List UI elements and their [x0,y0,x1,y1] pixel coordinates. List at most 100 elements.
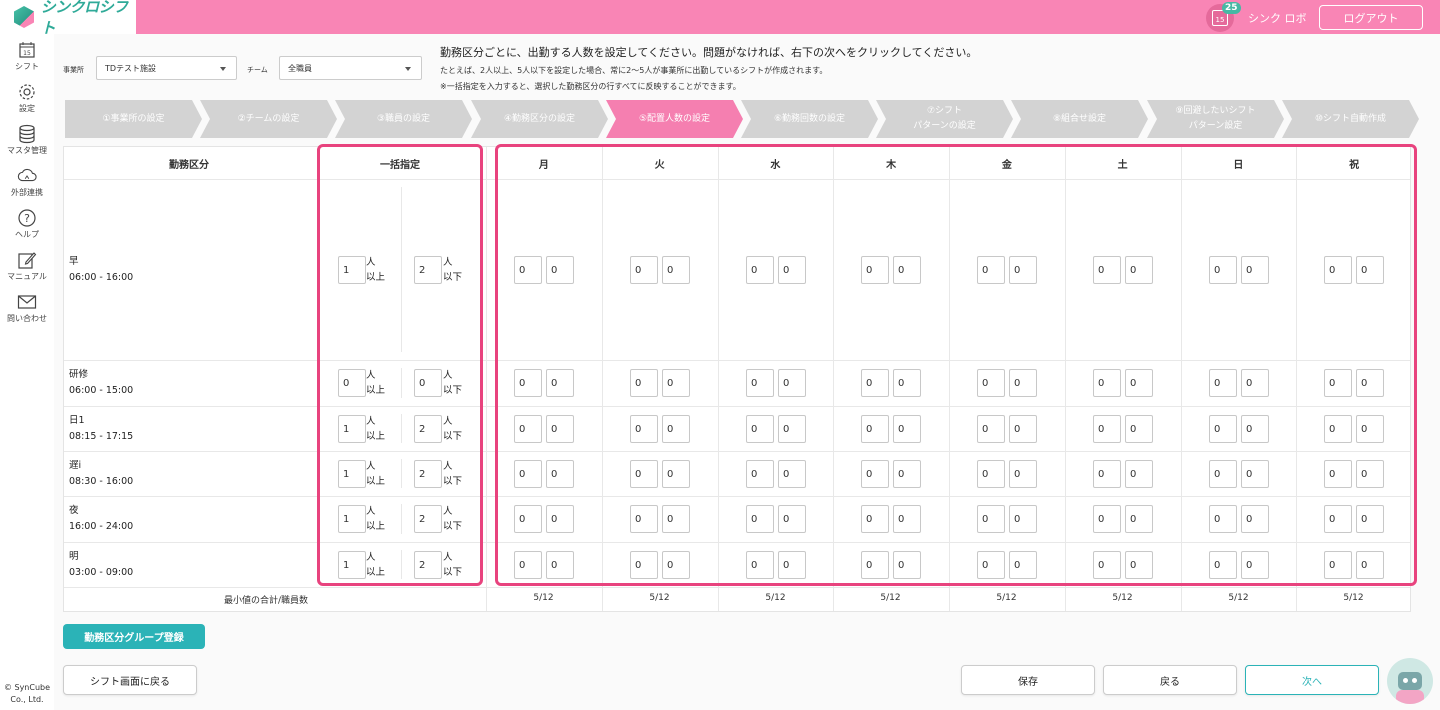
day-max-input[interactable]: 0 [1125,369,1153,397]
step-4[interactable]: ④勤務区分の設定 [471,100,608,138]
day-min-input[interactable]: 0 [1093,505,1121,533]
day-max-input[interactable]: 0 [1241,551,1269,579]
day-max-input[interactable]: 0 [1009,505,1037,533]
day-max-input[interactable]: 0 [778,460,806,488]
day-max-input[interactable]: 0 [1009,256,1037,284]
day-max-input[interactable]: 0 [1356,415,1384,443]
robot-assistant-icon[interactable] [1387,658,1433,704]
step-7[interactable]: ⑦シフト パターンの設定 [876,100,1013,138]
back-to-shift-button[interactable]: シフト画面に戻る [63,665,197,695]
day-min-input[interactable]: 0 [746,415,774,443]
day-min-input[interactable]: 0 [514,256,542,284]
bulk-min-input[interactable]: 1 [338,415,366,443]
day-max-input[interactable]: 0 [778,415,806,443]
day-min-input[interactable]: 0 [977,460,1005,488]
sidebar-item-settings[interactable]: 設定 [0,82,54,114]
day-min-input[interactable]: 0 [861,505,889,533]
day-min-input[interactable]: 0 [1209,460,1237,488]
sidebar-item-shift[interactable]: 15 シフト [0,40,54,72]
step-10[interactable]: ⑩シフト自動作成 [1282,100,1419,138]
day-max-input[interactable]: 0 [546,369,574,397]
app-logo[interactable]: シンクロシフト [0,0,136,37]
day-min-input[interactable]: 0 [1209,505,1237,533]
step-2[interactable]: ②チームの設定 [200,100,337,138]
step-8[interactable]: ⑧組合せ設定 [1011,100,1148,138]
day-max-input[interactable]: 0 [893,551,921,579]
logout-button[interactable]: ログアウト [1319,5,1423,30]
day-max-input[interactable]: 0 [1241,505,1269,533]
day-min-input[interactable]: 0 [861,256,889,284]
day-min-input[interactable]: 0 [746,369,774,397]
bulk-max-input[interactable]: 2 [414,551,442,579]
day-max-input[interactable]: 0 [778,369,806,397]
day-min-input[interactable]: 0 [630,460,658,488]
day-min-input[interactable]: 0 [1324,415,1352,443]
day-min-input[interactable]: 0 [746,460,774,488]
day-min-input[interactable]: 0 [977,415,1005,443]
day-max-input[interactable]: 0 [1125,256,1153,284]
day-max-input[interactable]: 0 [546,460,574,488]
day-max-input[interactable]: 0 [662,460,690,488]
step-1[interactable]: ①事業所の設定 [65,100,202,138]
day-max-input[interactable]: 0 [1356,256,1384,284]
day-min-input[interactable]: 0 [1324,460,1352,488]
bulk-max-input[interactable]: 0 [414,369,442,397]
day-max-input[interactable]: 0 [1356,551,1384,579]
day-max-input[interactable]: 0 [1356,369,1384,397]
bulk-min-input[interactable]: 0 [338,369,366,397]
day-max-input[interactable]: 0 [893,460,921,488]
day-max-input[interactable]: 0 [778,505,806,533]
back-button[interactable]: 戻る [1103,665,1237,695]
day-max-input[interactable]: 0 [893,505,921,533]
day-min-input[interactable]: 0 [746,505,774,533]
day-max-input[interactable]: 0 [546,256,574,284]
day-max-input[interactable]: 0 [662,505,690,533]
day-max-input[interactable]: 0 [546,415,574,443]
day-min-input[interactable]: 0 [1209,551,1237,579]
day-max-input[interactable]: 0 [546,505,574,533]
sidebar-item-manual[interactable]: マニュアル [0,250,54,282]
office-select[interactable]: TDテスト施設 [96,56,237,80]
bulk-min-input[interactable]: 1 [338,460,366,488]
day-min-input[interactable]: 0 [1209,369,1237,397]
day-min-input[interactable]: 0 [630,505,658,533]
day-min-input[interactable]: 0 [1093,369,1121,397]
day-max-input[interactable]: 0 [1125,460,1153,488]
day-max-input[interactable]: 0 [1241,460,1269,488]
bulk-min-input[interactable]: 1 [338,551,366,579]
team-select[interactable]: 全職員 [279,56,422,80]
day-min-input[interactable]: 0 [514,415,542,443]
day-max-input[interactable]: 0 [1125,505,1153,533]
day-max-input[interactable]: 0 [778,256,806,284]
bulk-max-input[interactable]: 2 [414,415,442,443]
day-min-input[interactable]: 0 [514,505,542,533]
day-min-input[interactable]: 0 [1093,460,1121,488]
bulk-max-input[interactable]: 2 [414,505,442,533]
day-max-input[interactable]: 0 [1241,256,1269,284]
day-min-input[interactable]: 0 [1093,256,1121,284]
step-6[interactable]: ⑥勤務回数の設定 [741,100,878,138]
day-min-input[interactable]: 0 [1093,415,1121,443]
day-min-input[interactable]: 0 [1324,505,1352,533]
day-max-input[interactable]: 0 [893,369,921,397]
day-min-input[interactable]: 0 [746,551,774,579]
day-min-input[interactable]: 0 [630,369,658,397]
day-max-input[interactable]: 0 [1356,505,1384,533]
day-min-input[interactable]: 0 [1324,256,1352,284]
day-min-input[interactable]: 0 [861,415,889,443]
day-max-input[interactable]: 0 [546,551,574,579]
save-button[interactable]: 保存 [961,665,1095,695]
sidebar-item-master[interactable]: マスタ管理 [0,124,54,156]
day-min-input[interactable]: 0 [1093,551,1121,579]
sidebar-item-contact[interactable]: 問い合わせ [0,292,54,324]
day-max-input[interactable]: 0 [662,551,690,579]
day-max-input[interactable]: 0 [893,415,921,443]
step-5[interactable]: ⑤配置人数の設定 [606,100,743,138]
step-3[interactable]: ③職員の設定 [335,100,472,138]
day-min-input[interactable]: 0 [630,415,658,443]
day-min-input[interactable]: 0 [861,369,889,397]
day-max-input[interactable]: 0 [1009,369,1037,397]
day-max-input[interactable]: 0 [1009,460,1037,488]
day-max-input[interactable]: 0 [1009,415,1037,443]
day-max-input[interactable]: 0 [1125,415,1153,443]
